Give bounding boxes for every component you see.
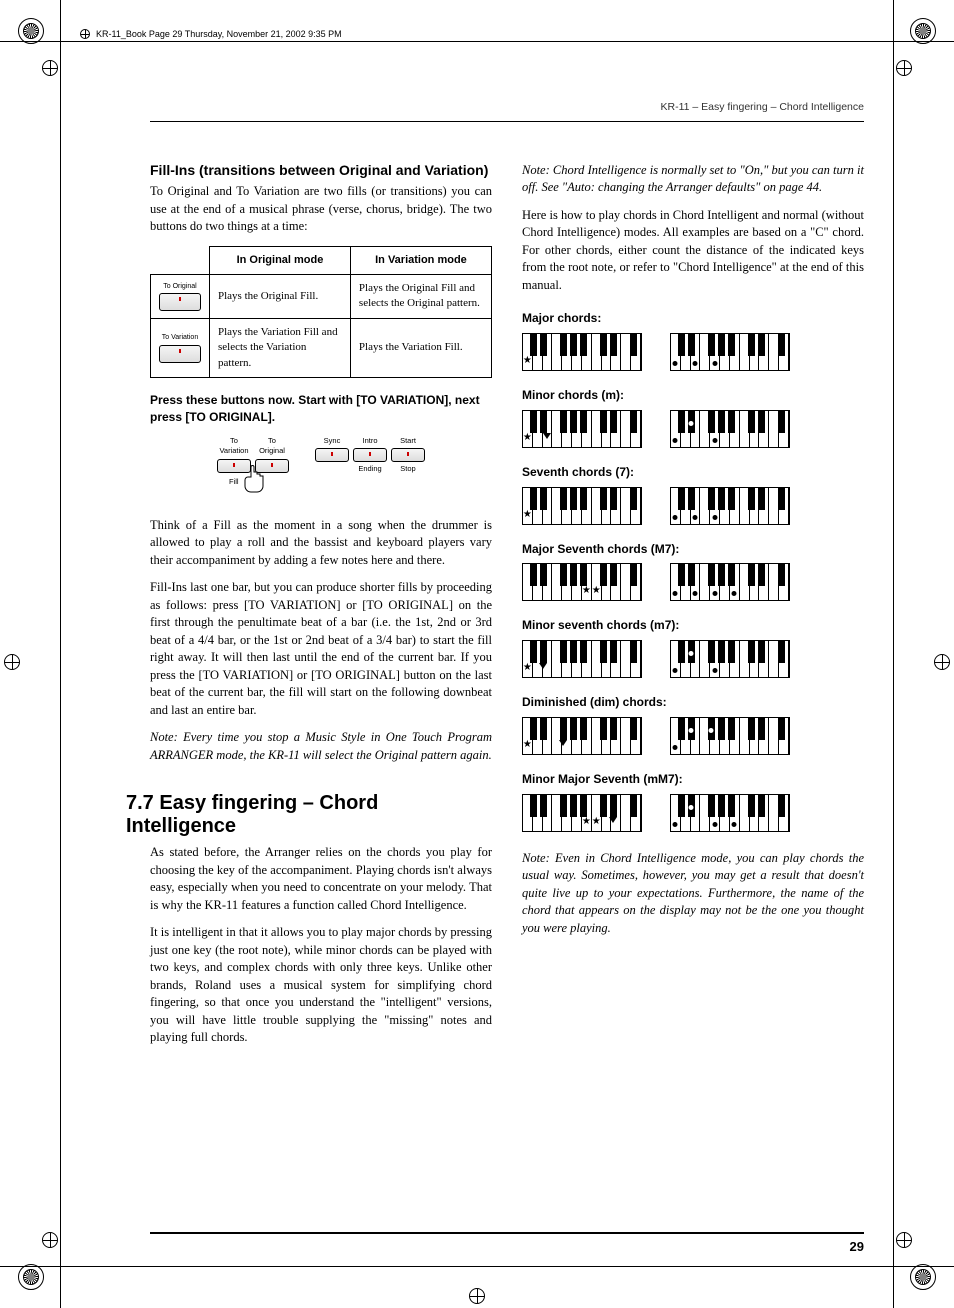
chord-label: Major Seventh chords (M7): bbox=[522, 541, 864, 558]
keyboard-diagram bbox=[670, 717, 790, 755]
chord-examples: Major chords: ★ Minor chords (m): ★ Seventh … bbox=[522, 310, 864, 832]
registration-cross bbox=[42, 60, 58, 76]
keyboard-diagram bbox=[670, 487, 790, 525]
hardware-button-icon bbox=[159, 293, 201, 311]
keyboard-diagram: ★★ bbox=[522, 563, 642, 601]
cell: Plays the Original Fill. bbox=[210, 275, 351, 319]
keyboard-diagram bbox=[670, 794, 790, 832]
button-label: To Variation bbox=[159, 333, 201, 343]
keyboard-diagram: ★ bbox=[522, 487, 642, 525]
note: Note: Every time you stop a Music Style … bbox=[150, 729, 492, 764]
chord-label: Seventh chords (7): bbox=[522, 464, 864, 481]
para: As stated before, the Arranger relies on… bbox=[150, 844, 492, 914]
oplus-icon bbox=[80, 29, 90, 39]
table-row: To Original Plays the Original Fill. Pla… bbox=[151, 275, 492, 319]
right-column: Note: Chord Intelligence is normally set… bbox=[522, 162, 864, 1057]
keyboard-row: ★ bbox=[522, 640, 864, 678]
keyboard-row: ★ bbox=[522, 333, 864, 371]
keyboard-diagram: ★ bbox=[522, 410, 642, 448]
keyboard-row: ★★ bbox=[522, 563, 864, 601]
running-head: KR-11 – Easy fingering – Chord Intellige… bbox=[150, 100, 864, 122]
hardware-button-icon bbox=[315, 448, 349, 462]
keyboard-diagram: ★ bbox=[522, 640, 642, 678]
dg-label: To Variation bbox=[217, 436, 251, 457]
registration-cross bbox=[896, 60, 912, 76]
keyboard-diagram: ★ bbox=[522, 717, 642, 755]
heading-fillins: Fill-Ins (transitions between Original a… bbox=[150, 162, 492, 180]
keyboard-row: ★ bbox=[522, 717, 864, 755]
dg-label: To Original bbox=[255, 436, 289, 457]
registration-mark bbox=[18, 18, 44, 44]
registration-cross bbox=[42, 1232, 58, 1248]
row-button-cell: To Variation bbox=[151, 318, 210, 377]
registration-cross bbox=[934, 654, 950, 670]
fill-table: In Original mode In Variation mode To Or… bbox=[150, 246, 492, 378]
cell: Plays the Variation Fill. bbox=[350, 318, 491, 377]
keyboard-diagram bbox=[670, 640, 790, 678]
instruction: Press these buttons now. Start with [TO … bbox=[150, 392, 492, 426]
chord-label: Minor Major Seventh (mM7): bbox=[522, 771, 864, 788]
dg-label: Intro bbox=[353, 436, 387, 447]
keyboard-diagram: ★★ bbox=[522, 794, 642, 832]
keyboard-diagram: ★ bbox=[522, 333, 642, 371]
th-variation: In Variation mode bbox=[350, 246, 491, 274]
para: Think of a Fill as the moment in a song … bbox=[150, 517, 492, 570]
registration-cross bbox=[4, 654, 20, 670]
para: Here is how to play chords in Chord Inte… bbox=[522, 207, 864, 295]
cell: Plays the Variation Fill and selects the… bbox=[210, 318, 351, 377]
registration-cross bbox=[896, 1232, 912, 1248]
page-number: 29 bbox=[150, 1232, 864, 1256]
th-original: In Original mode bbox=[210, 246, 351, 274]
keyboard-diagram bbox=[670, 410, 790, 448]
crop-line bbox=[0, 1266, 954, 1267]
print-header-text: KR-11_Book Page 29 Thursday, November 21… bbox=[96, 28, 342, 41]
para: Fill-Ins last one bar, but you can produ… bbox=[150, 579, 492, 719]
hardware-button-icon bbox=[391, 448, 425, 462]
page-content: KR-11 – Easy fingering – Chord Intellige… bbox=[150, 100, 864, 1208]
cell: Plays the Original Fill and selects the … bbox=[350, 275, 491, 319]
dg-label: Start bbox=[391, 436, 425, 447]
table-row: To Variation Plays the Variation Fill an… bbox=[151, 318, 492, 377]
keyboard-row: ★★ bbox=[522, 794, 864, 832]
dg-label: Sync bbox=[315, 436, 349, 447]
heading-chord-intelligence: 7.7 Easy fingering – Chord Intelligence bbox=[126, 792, 492, 838]
keyboard-row: ★ bbox=[522, 410, 864, 448]
hardware-button-icon bbox=[353, 448, 387, 462]
print-header: KR-11_Book Page 29 Thursday, November 21… bbox=[80, 28, 342, 41]
registration-cross bbox=[469, 1288, 485, 1304]
crop-line bbox=[893, 0, 894, 1308]
para: To Original and To Variation are two fil… bbox=[150, 183, 492, 236]
note: Note: Chord Intelligence is normally set… bbox=[522, 162, 864, 197]
crop-line bbox=[0, 41, 954, 42]
registration-mark bbox=[18, 1264, 44, 1290]
keyboard-diagram bbox=[670, 563, 790, 601]
row-button-cell: To Original bbox=[151, 275, 210, 319]
chord-label: Minor seventh chords (m7): bbox=[522, 617, 864, 634]
hardware-button-icon bbox=[159, 345, 201, 363]
chord-label: Diminished (dim) chords: bbox=[522, 694, 864, 711]
note: Note: Even in Chord Intelligence mode, y… bbox=[522, 850, 864, 938]
keyboard-row: ★ bbox=[522, 487, 864, 525]
left-column: Fill-Ins (transitions between Original a… bbox=[150, 162, 492, 1057]
button-label: To Original bbox=[159, 282, 201, 292]
registration-mark bbox=[910, 18, 936, 44]
chord-label: Major chords: bbox=[522, 310, 864, 327]
keyboard-diagram bbox=[670, 333, 790, 371]
registration-mark bbox=[910, 1264, 936, 1290]
chord-label: Minor chords (m): bbox=[522, 387, 864, 404]
finger-press-icon: Fill bbox=[217, 469, 297, 499]
button-diagram: To Variation To Original Fill Sync Intro… bbox=[150, 436, 492, 499]
dg-label: Ending bbox=[353, 464, 387, 475]
dg-label: Stop bbox=[391, 464, 425, 475]
crop-line bbox=[60, 0, 61, 1308]
para: It is intelligent in that it allows you … bbox=[150, 924, 492, 1047]
th-blank bbox=[151, 246, 210, 274]
